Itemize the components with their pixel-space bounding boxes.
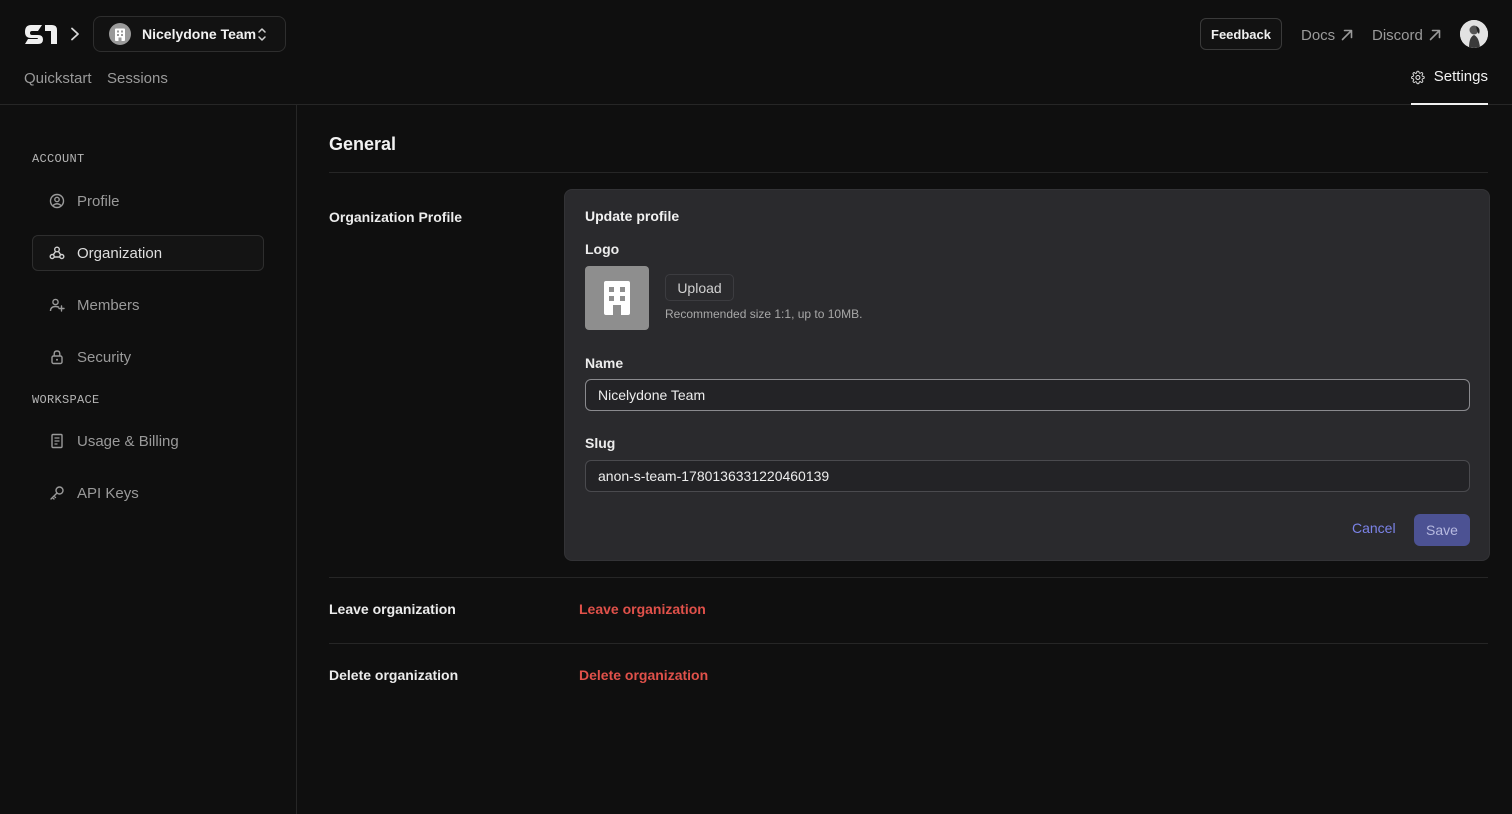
sidebar-item-label: Profile (77, 192, 120, 210)
delete-organization-label: Delete organization (329, 667, 459, 683)
user-avatar[interactable] (1460, 20, 1488, 48)
sidebar-item-label: Security (77, 348, 132, 366)
sidebar-item-members[interactable]: Members (32, 287, 264, 323)
sidebar-item-label: Usage & Billing (77, 432, 179, 450)
card-title: Update profile (585, 208, 680, 224)
arrow-up-right-icon (1341, 29, 1353, 41)
receipt-icon (51, 433, 63, 449)
sidebar-item-label: Members (77, 296, 140, 314)
chevron-up-down-icon (258, 28, 266, 41)
team-switcher[interactable]: Nicelydone Team (93, 16, 286, 52)
organization-profile-label: Organization Profile (329, 209, 463, 225)
sidebar-item-security[interactable]: Security (32, 339, 264, 375)
lock-icon (51, 350, 63, 365)
key-icon (50, 486, 64, 500)
divider (329, 643, 1488, 644)
leave-organization-button[interactable]: Leave organization (579, 601, 706, 617)
sidebar-item-usage-billing[interactable]: Usage & Billing (32, 423, 264, 459)
section-label-account: ACCOUNT (32, 152, 85, 166)
docs-link[interactable]: Docs (1301, 25, 1353, 45)
tab-sessions[interactable]: Sessions (107, 70, 168, 87)
breadcrumb-chevron-icon (71, 27, 79, 41)
building-icon (109, 23, 131, 45)
slug-label: Slug (585, 435, 616, 451)
sidebar-item-label: Organization (77, 244, 163, 262)
divider (329, 172, 1488, 173)
discord-link[interactable]: Discord (1372, 25, 1441, 45)
sidebar-item-organization[interactable]: Organization (32, 235, 264, 271)
logo-label: Logo (585, 241, 620, 257)
user-circle-icon (49, 193, 65, 209)
name-input[interactable] (585, 379, 1470, 411)
discord-link-label: Discord (1372, 26, 1423, 44)
cancel-button[interactable]: Cancel (1352, 520, 1396, 536)
top-bar: Nicelydone Team Feedback Docs Discord Qu… (0, 0, 1512, 105)
organization-icon (49, 246, 65, 260)
sidebar-item-api-keys[interactable]: API Keys (32, 475, 264, 511)
save-button[interactable]: Save (1414, 514, 1470, 546)
upload-hint: Recommended size 1:1, up to 10MB. (665, 307, 863, 321)
app-logo-icon[interactable] (24, 22, 58, 46)
gear-icon (1411, 70, 1425, 85)
tab-quickstart[interactable]: Quickstart (24, 70, 92, 87)
name-label: Name (585, 355, 624, 371)
leave-organization-label: Leave organization (329, 601, 456, 617)
section-label-workspace: WORKSPACE (32, 393, 100, 407)
building-icon (604, 281, 630, 315)
slug-input[interactable] (585, 460, 1470, 492)
arrow-up-right-icon (1429, 29, 1441, 41)
upload-button[interactable]: Upload (665, 274, 734, 301)
team-name: Nicelydone Team (142, 26, 257, 42)
organization-logo (585, 266, 649, 330)
user-plus-icon (49, 298, 65, 312)
settings-sidebar: ACCOUNT Profile Organization Members Sec… (0, 105, 297, 814)
docs-link-label: Docs (1301, 26, 1336, 44)
update-profile-card: Update profile Logo Upload Recommended s… (564, 189, 1490, 561)
delete-organization-button[interactable]: Delete organization (579, 667, 708, 683)
sidebar-item-profile[interactable]: Profile (32, 183, 264, 219)
page-title: General (329, 134, 397, 154)
feedback-button[interactable]: Feedback (1200, 18, 1282, 50)
tab-settings[interactable]: Settings (1411, 68, 1488, 105)
tab-settings-label: Settings (1433, 68, 1488, 85)
sidebar-item-label: API Keys (77, 484, 139, 502)
divider (329, 577, 1488, 578)
